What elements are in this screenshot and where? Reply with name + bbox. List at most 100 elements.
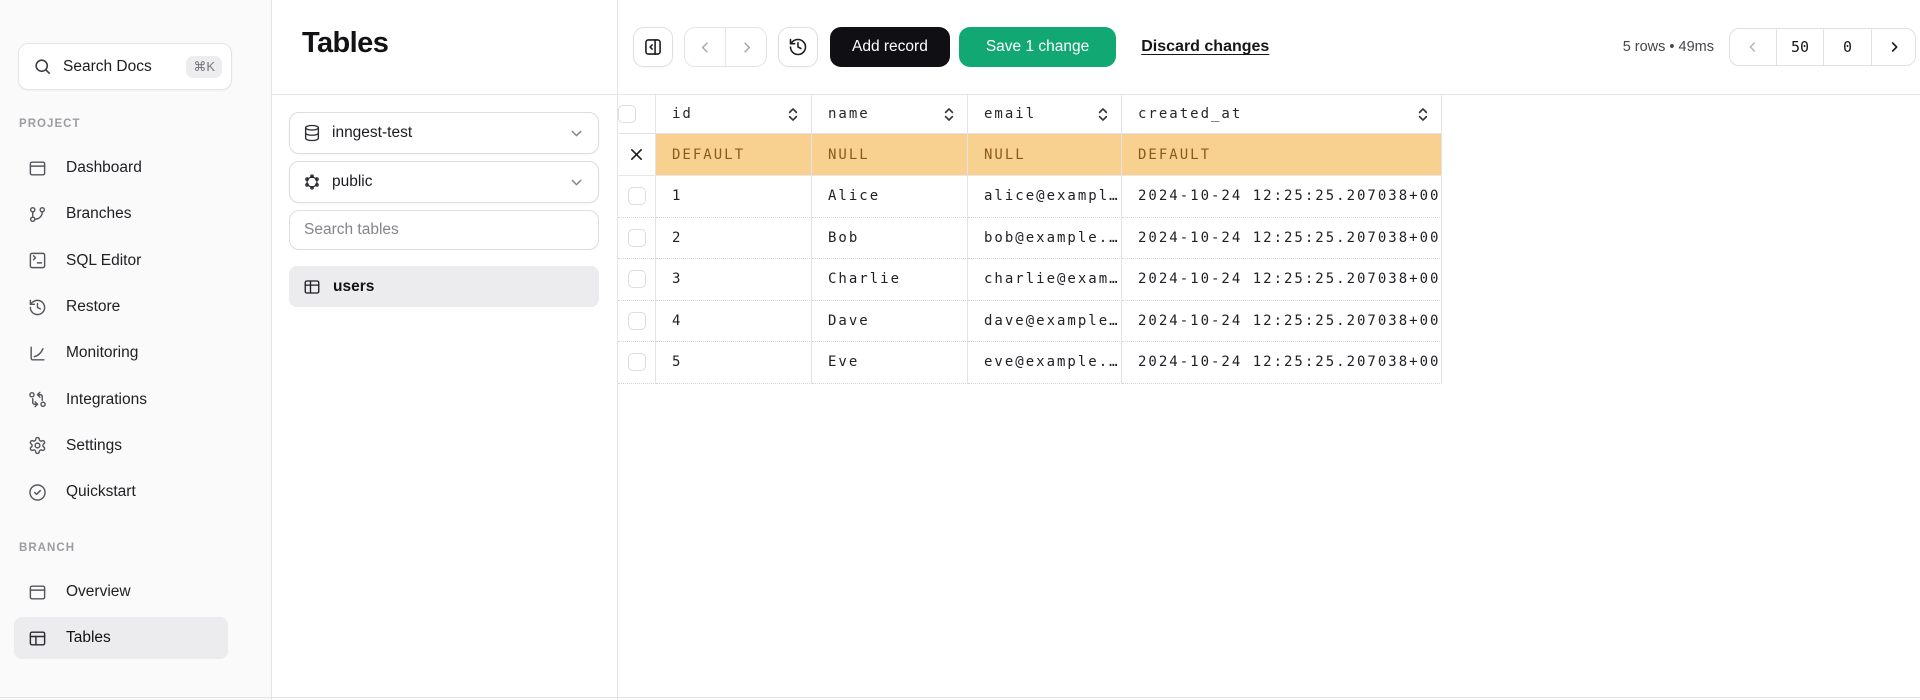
row-checkbox[interactable] [628, 270, 646, 288]
integrations-icon [28, 390, 47, 409]
search-tables-input[interactable]: Search tables [289, 210, 599, 250]
neon-console-app: Search Docs ⌘K PROJECT Dashboard Branche… [0, 0, 1920, 700]
page-size-input[interactable]: 50 [1776, 29, 1823, 65]
cell-created-at[interactable]: 2024-10-24 12:25:25.207038+00 [1122, 301, 1442, 343]
sort-icon[interactable] [1417, 106, 1429, 123]
column-header-name[interactable]: name [812, 95, 968, 134]
cell-email[interactable]: dave@example… [968, 301, 1122, 343]
tables-icon [28, 629, 47, 648]
section-label-project: PROJECT [19, 118, 81, 130]
cell-created-at[interactable]: 2024-10-24 12:25:25.207038+00 [1122, 176, 1442, 218]
cell-name[interactable]: Eve [812, 342, 968, 384]
chevron-down-icon [568, 125, 585, 142]
schema-select[interactable]: public [289, 161, 599, 203]
sort-icon[interactable] [1097, 106, 1109, 123]
redo-forward-button[interactable] [725, 28, 766, 66]
column-header-email[interactable]: email [968, 95, 1122, 134]
sidebar-item-tables[interactable]: Tables [0, 615, 272, 661]
sidebar-item-sql-editor[interactable]: SQL Editor [0, 238, 272, 284]
collapse-panel-button[interactable] [633, 27, 673, 67]
sidebar-item-monitoring[interactable]: Monitoring [0, 330, 272, 376]
schema-select-value: public [332, 173, 373, 191]
row-checkbox[interactable] [628, 229, 646, 247]
page-prev-button[interactable] [1730, 29, 1776, 65]
pending-cell-name[interactable]: NULL [812, 134, 968, 176]
sidebar-item-branches[interactable]: Branches [0, 191, 272, 237]
sidebar-item-restore[interactable]: Restore [0, 284, 272, 330]
cell-created-at[interactable]: 2024-10-24 12:25:25.207038+00 [1122, 259, 1442, 301]
cell-name[interactable]: Alice [812, 176, 968, 218]
cell-name[interactable]: Charlie [812, 259, 968, 301]
cell-id[interactable]: 2 [656, 218, 812, 260]
cell-id[interactable]: 5 [656, 342, 812, 384]
database-icon [303, 124, 321, 142]
table-list-item-users[interactable]: users [289, 266, 599, 307]
column-header-id[interactable]: id [656, 95, 812, 134]
search-docs-button[interactable]: Search Docs ⌘K [18, 43, 232, 90]
search-icon [33, 57, 52, 76]
cell-created-at[interactable]: 2024-10-24 12:25:25.207038+00 [1122, 218, 1442, 260]
cell-name[interactable]: Bob [812, 218, 968, 260]
pending-cell-email[interactable]: NULL [968, 134, 1122, 176]
search-shortcut-badge: ⌘K [186, 56, 222, 78]
sql-editor-icon [28, 251, 47, 270]
overview-icon [28, 583, 47, 602]
database-select[interactable]: inngest-test [289, 112, 599, 154]
tables-panel-header: Tables [272, 0, 617, 95]
monitoring-icon [28, 344, 47, 363]
cell-email[interactable]: eve@example.… [968, 342, 1122, 384]
sidebar-item-dashboard[interactable]: Dashboard [0, 145, 272, 191]
database-select-value: inngest-test [332, 124, 412, 142]
page-title: Tables [302, 26, 617, 60]
sidebar-item-settings[interactable]: Settings [0, 423, 272, 469]
sort-icon[interactable] [787, 106, 799, 123]
pagination-control: 50 0 [1729, 28, 1916, 66]
branch-nav: Overview Tables [0, 569, 272, 662]
undo-back-button[interactable] [685, 28, 725, 66]
save-changes-button[interactable]: Save 1 change [959, 27, 1116, 67]
search-tables-placeholder: Search tables [304, 221, 399, 239]
discard-changes-link[interactable]: Discard changes [1141, 38, 1269, 56]
cell-created-at[interactable]: 2024-10-24 12:25:25.207038+00 [1122, 342, 1442, 384]
row-checkbox-cell [618, 176, 656, 218]
table-row: 1 Alice alice@exampl… 2024-10-24 12:25:2… [618, 176, 1442, 218]
pending-cell-created-at[interactable]: DEFAULT [1122, 134, 1442, 176]
schema-icon [303, 173, 321, 191]
page-next-button[interactable] [1871, 29, 1915, 65]
tables-panel: Tables inngest-test public Search tables… [272, 0, 618, 700]
row-count-stats: 5 rows • 49ms [1623, 39, 1714, 55]
branches-icon [28, 205, 47, 224]
pending-cell-id[interactable]: DEFAULT [656, 134, 812, 176]
chevron-left-icon [697, 39, 714, 56]
page-offset-input[interactable]: 0 [1823, 29, 1871, 65]
cell-name[interactable]: Dave [812, 301, 968, 343]
project-nav: Dashboard Branches SQL Editor Restore Mo… [0, 145, 272, 515]
cell-email[interactable]: bob@example.… [968, 218, 1122, 260]
cell-email[interactable]: charlie@exam… [968, 259, 1122, 301]
row-checkbox[interactable] [628, 187, 646, 205]
section-label-branch: BRANCH [19, 542, 75, 554]
sidebar-item-integrations[interactable]: Integrations [0, 376, 272, 422]
close-icon [628, 146, 645, 163]
table-list-item-label: users [333, 278, 374, 296]
row-checkbox[interactable] [628, 353, 646, 371]
cell-id[interactable]: 4 [656, 301, 812, 343]
history-button[interactable] [778, 27, 818, 67]
row-checkbox[interactable] [628, 312, 646, 330]
dashboard-icon [28, 159, 47, 178]
column-header-created-at[interactable]: created_at [1122, 95, 1442, 134]
data-grid: id name email created_at [618, 95, 1442, 384]
sidebar-item-quickstart[interactable]: Quickstart [0, 469, 272, 515]
panel-collapse-icon [643, 37, 663, 57]
select-all-checkbox[interactable] [618, 105, 636, 123]
chevron-left-icon [1745, 39, 1761, 55]
cell-id[interactable]: 3 [656, 259, 812, 301]
row-checkbox-cell [618, 301, 656, 343]
cell-email[interactable]: alice@exampl… [968, 176, 1122, 218]
sort-icon[interactable] [943, 106, 955, 123]
cell-id[interactable]: 1 [656, 176, 812, 218]
quickstart-icon [28, 483, 47, 502]
cancel-pending-row-button[interactable] [618, 134, 656, 176]
add-record-button[interactable]: Add record [830, 27, 950, 67]
sidebar-item-overview[interactable]: Overview [0, 569, 272, 615]
